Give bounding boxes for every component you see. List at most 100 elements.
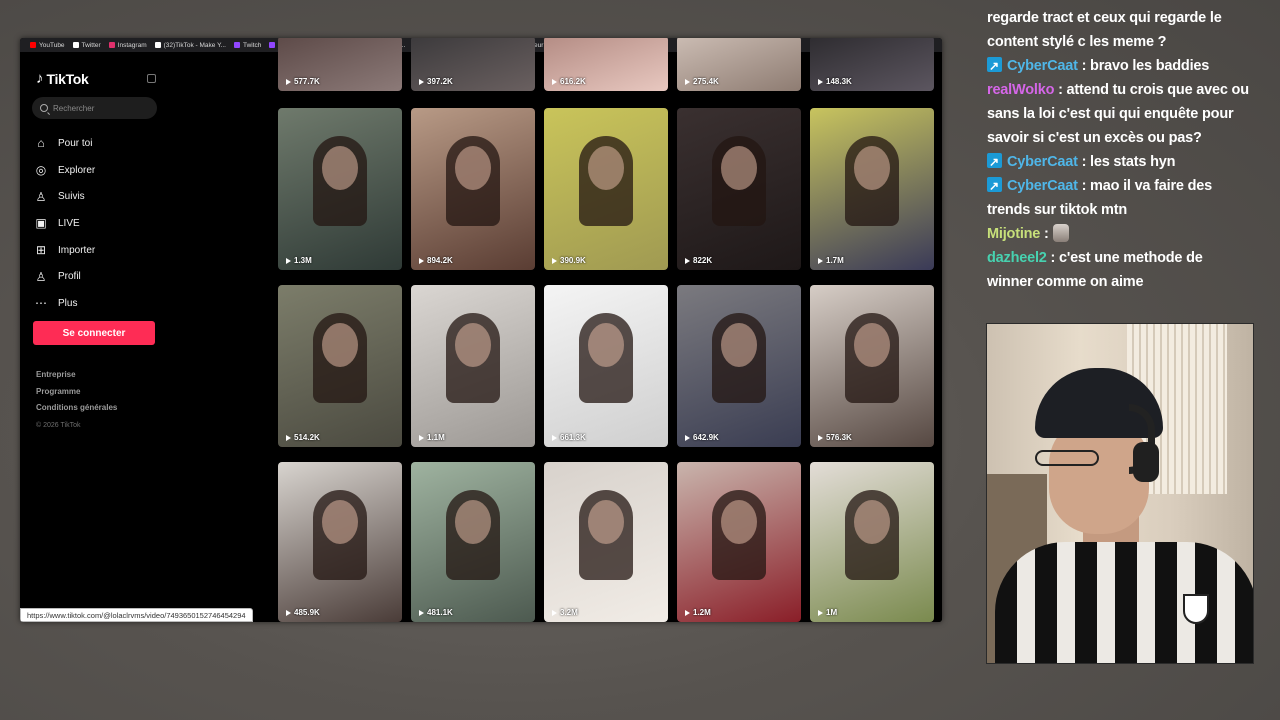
chat-message: Mijotine : <box>987 222 1277 246</box>
nav-item-live[interactable]: ▣ LIVE <box>34 210 95 237</box>
copyright: © 2026 TikTok <box>36 421 81 429</box>
prime-badge-icon <box>987 174 1002 198</box>
video-thumbnail[interactable]: 822K <box>677 108 801 270</box>
chat-text: winner comme on aime <box>987 274 1144 290</box>
nav-item-pour-toi[interactable]: ⌂ Pour toi <box>34 130 95 157</box>
bookmark-item[interactable]: (32)TikTok - Make Y... <box>154 42 226 49</box>
chat-message: CyberCaat : mao il va faire des <box>987 174 1277 198</box>
play-icon <box>419 78 424 85</box>
play-icon <box>552 78 557 85</box>
footer-link-entreprise[interactable]: Entreprise <box>36 370 117 387</box>
video-thumbnail[interactable]: 481.1K <box>411 462 535 622</box>
view-count-value: 1M <box>826 608 838 617</box>
face-emote-icon <box>1052 224 1069 242</box>
bookmark-favicon-icon <box>154 42 161 48</box>
collapse-sidebar-icon[interactable] <box>147 74 156 83</box>
video-thumbnail[interactable]: 1.3M <box>278 108 402 270</box>
bookmark-favicon-icon <box>233 42 240 48</box>
view-count: 894.2K <box>419 256 453 265</box>
chat-text: trends sur tiktok mtn <box>987 202 1128 218</box>
nav-item-importer[interactable]: ⊞ Importer <box>34 237 95 264</box>
video-thumbnail[interactable]: 3.2M <box>544 462 668 622</box>
chat-message: dazheel2 : c'est une methode de <box>987 246 1277 270</box>
video-thumbnail[interactable]: 1M <box>810 462 934 622</box>
nav-item-profil[interactable]: ♙ Profil <box>34 263 95 290</box>
search-box[interactable] <box>32 97 157 119</box>
video-thumbnail[interactable]: 148.3K <box>810 38 934 91</box>
nav-item-plus[interactable]: ⋯ Plus <box>34 290 95 317</box>
bookmark-item[interactable]: Instagram <box>108 42 147 49</box>
bookmark-item[interactable]: Twitch <box>233 42 261 49</box>
video-thumbnail[interactable]: 576.3K <box>810 285 934 447</box>
nav-item-suivis[interactable]: ♙ Suivis <box>34 183 95 210</box>
video-thumbnail[interactable]: 642.9K <box>677 285 801 447</box>
view-count: 577.7K <box>286 77 320 86</box>
chat-message: trends sur tiktok mtn <box>987 198 1277 222</box>
view-count: 485.9K <box>286 608 320 617</box>
video-grid: 577.7K 397.2K 616.2K 275.4K 148.3K 1.3M 894.2K… <box>278 38 934 622</box>
video-thumbnail[interactable]: 894.2K <box>411 108 535 270</box>
view-count-value: 576.3K <box>826 433 852 442</box>
chat-message: winner comme on aime <box>987 270 1277 294</box>
view-count-value: 1.2M <box>693 608 711 617</box>
chat-text: : mao il va faire des <box>1081 178 1213 194</box>
video-thumbnail[interactable]: 514.2K <box>278 285 402 447</box>
video-thumbnail[interactable]: 390.9K <box>544 108 668 270</box>
glasses <box>1035 450 1099 466</box>
play-icon <box>286 257 291 264</box>
chat-username[interactable]: CyberCaat <box>1007 58 1078 74</box>
footer-link-programme[interactable]: Programme <box>36 387 117 404</box>
search-input[interactable] <box>53 103 148 113</box>
nav-label: Explorer <box>58 164 96 176</box>
view-count-value: 481.1K <box>427 608 453 617</box>
chat-username[interactable]: CyberCaat <box>1007 154 1078 170</box>
video-thumbnail[interactable]: 616.2K <box>544 38 668 91</box>
play-icon <box>552 609 557 616</box>
stream-chat: regarde tract et ceux qui regarde le cont… <box>987 6 1277 294</box>
view-count: 1.3M <box>286 256 312 265</box>
video-thumbnail[interactable]: 397.2K <box>411 38 535 91</box>
chat-username[interactable]: realWolko <box>987 82 1054 98</box>
view-count: 1.2M <box>685 608 711 617</box>
video-thumbnail[interactable]: 275.4K <box>677 38 801 91</box>
more-icon: ⋯ <box>35 296 47 311</box>
nav-label: LIVE <box>58 217 80 229</box>
chat-message: realWolko : attend tu crois que avec ou <box>987 78 1277 102</box>
striped-jersey <box>995 542 1253 663</box>
play-icon <box>685 609 690 616</box>
view-count: 661.3K <box>552 433 586 442</box>
login-button[interactable]: Se connecter <box>33 321 155 345</box>
chat-username[interactable]: CyberCaat <box>1007 178 1078 194</box>
view-count: 576.3K <box>818 433 852 442</box>
view-count-value: 661.3K <box>560 433 586 442</box>
footer-link-conditions[interactable]: Conditions générales <box>36 403 117 420</box>
bookmark-label: YouTube <box>39 41 65 49</box>
play-icon <box>818 257 823 264</box>
tiktok-logo[interactable]: ♪ TikTok <box>36 70 89 87</box>
video-thumbnail[interactable]: 1.2M <box>677 462 801 622</box>
video-thumbnail[interactable]: 1.1M <box>411 285 535 447</box>
live-icon: ▣ <box>35 216 47 231</box>
video-thumbnail[interactable]: 577.7K <box>278 38 402 91</box>
bookmark-item[interactable]: YouTube <box>30 42 65 49</box>
chat-text: : attend tu crois que avec ou <box>1058 82 1249 98</box>
profile-icon: ♙ <box>35 269 47 284</box>
video-thumbnail[interactable]: 485.9K <box>278 462 402 622</box>
view-count-value: 485.9K <box>294 608 320 617</box>
view-count-value: 3.2M <box>560 608 578 617</box>
chat-username[interactable]: Mijotine <box>987 226 1040 242</box>
bookmark-item[interactable]: Twitter <box>72 41 101 49</box>
nav-item-explorer[interactable]: ◎ Explorer <box>34 157 96 184</box>
play-icon <box>818 434 823 441</box>
prime-badge-icon <box>987 150 1002 174</box>
play-icon <box>685 257 690 264</box>
video-thumbnail[interactable]: 1.7M <box>810 108 934 270</box>
chat-username[interactable]: dazheel2 <box>987 250 1047 266</box>
video-thumbnail[interactable]: 661.3K <box>544 285 668 447</box>
bookmark-favicon-icon <box>269 42 276 48</box>
play-icon <box>286 609 291 616</box>
chat-message: regarde tract et ceux qui regarde le <box>987 6 1277 30</box>
view-count-value: 1.3M <box>294 256 312 265</box>
view-count: 642.9K <box>685 433 719 442</box>
bookmark-label: Twitter <box>81 41 101 49</box>
